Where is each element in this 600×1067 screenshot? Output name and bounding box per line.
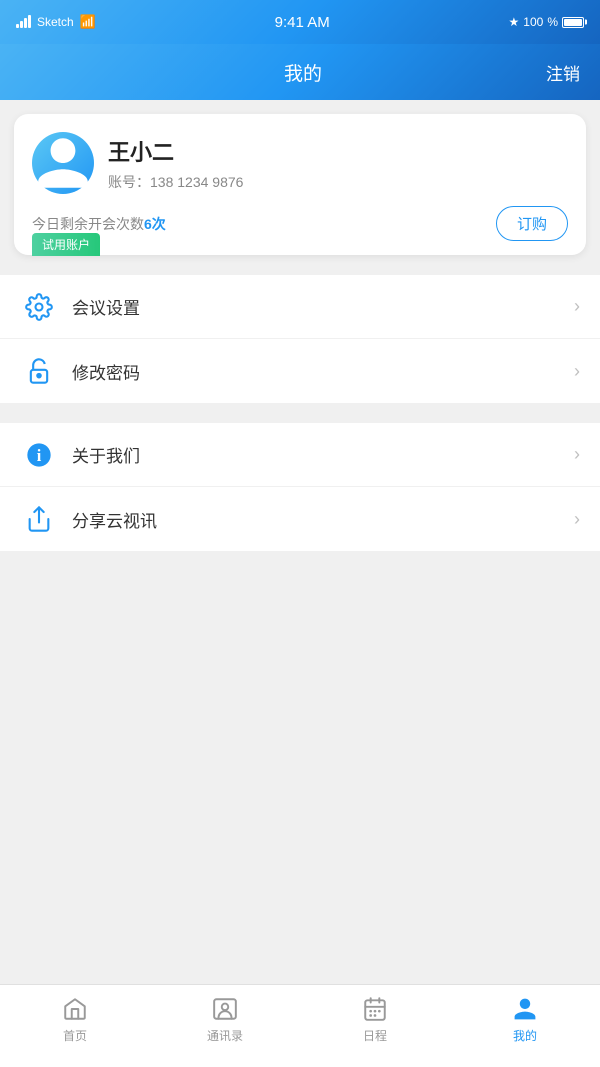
nav-bar: 我的 注销 <box>0 44 600 100</box>
tab-bar: 首页 通讯录 日程 <box>0 984 600 1067</box>
status-time: 9:41 AM <box>275 14 330 31</box>
menu-section-2: i 关于我们 › 分享云视讯 › <box>0 423 600 551</box>
carrier-label: Sketch <box>37 15 74 29</box>
chevron-right-icon: › <box>574 296 580 317</box>
svg-text:i: i <box>37 445 42 464</box>
trial-badge: 试用账户 <box>32 233 100 256</box>
menu-section-1: 会议设置 › 修改密码 › <box>0 275 600 403</box>
info-icon: i <box>20 436 58 474</box>
user-name: 王小二 <box>108 135 568 167</box>
chevron-right-icon: › <box>574 509 580 530</box>
avatar-icon <box>32 132 94 194</box>
home-icon <box>61 995 89 1023</box>
main-content: 王小二 账号：138 1234 9876 今日剩余开会次数6次 订购 试用账户 … <box>0 100 600 984</box>
tab-contacts[interactable]: 通讯录 <box>150 993 300 1044</box>
meeting-info: 今日剩余开会次数6次 <box>32 214 166 234</box>
tab-mine[interactable]: 我的 <box>450 993 600 1044</box>
profile-card: 王小二 账号：138 1234 9876 今日剩余开会次数6次 订购 试用账户 <box>14 114 586 255</box>
profile-info: 王小二 账号：138 1234 9876 <box>108 135 568 192</box>
chevron-right-icon: › <box>574 444 580 465</box>
status-right: ★ 100% <box>509 15 584 29</box>
wifi-icon: 📶 <box>80 14 96 30</box>
lock-icon <box>20 352 58 390</box>
avatar <box>32 132 94 194</box>
tab-home[interactable]: 首页 <box>0 993 150 1044</box>
status-bar: Sketch 📶 9:41 AM ★ 100% <box>0 0 600 44</box>
tab-contacts-label: 通讯录 <box>207 1027 243 1044</box>
profile-top: 王小二 账号：138 1234 9876 <box>32 132 568 194</box>
mine-icon <box>511 995 539 1023</box>
page-title: 我的 <box>284 59 322 86</box>
tab-home-label: 首页 <box>63 1027 87 1044</box>
battery-icon <box>562 17 584 28</box>
share-icon <box>20 500 58 538</box>
menu-item-about[interactable]: i 关于我们 › <box>0 423 600 487</box>
share-label: 分享云视讯 <box>72 507 574 532</box>
password-label: 修改密码 <box>72 359 574 384</box>
tab-calendar[interactable]: 日程 <box>300 993 450 1044</box>
profile-bottom: 今日剩余开会次数6次 订购 <box>32 206 568 241</box>
menu-item-share[interactable]: 分享云视讯 › <box>0 487 600 551</box>
status-left: Sketch 📶 <box>16 14 96 30</box>
contacts-icon <box>211 995 239 1023</box>
gear-icon <box>20 288 58 326</box>
bluetooth-icon: ★ <box>509 15 520 29</box>
signal-icon <box>16 16 31 28</box>
settings-label: 会议设置 <box>72 294 574 319</box>
menu-item-password[interactable]: 修改密码 › <box>0 339 600 403</box>
logout-button[interactable]: 注销 <box>546 60 580 85</box>
chevron-right-icon: › <box>574 361 580 382</box>
tab-mine-label: 我的 <box>513 1027 537 1044</box>
subscribe-button[interactable]: 订购 <box>496 206 568 241</box>
tab-calendar-label: 日程 <box>363 1027 387 1044</box>
battery-percent: 100 <box>523 15 543 29</box>
about-label: 关于我们 <box>72 442 574 467</box>
meeting-count: 6次 <box>144 216 166 232</box>
account-number: 账号：138 1234 9876 <box>108 172 568 192</box>
calendar-icon <box>361 995 389 1023</box>
menu-item-settings[interactable]: 会议设置 › <box>0 275 600 339</box>
